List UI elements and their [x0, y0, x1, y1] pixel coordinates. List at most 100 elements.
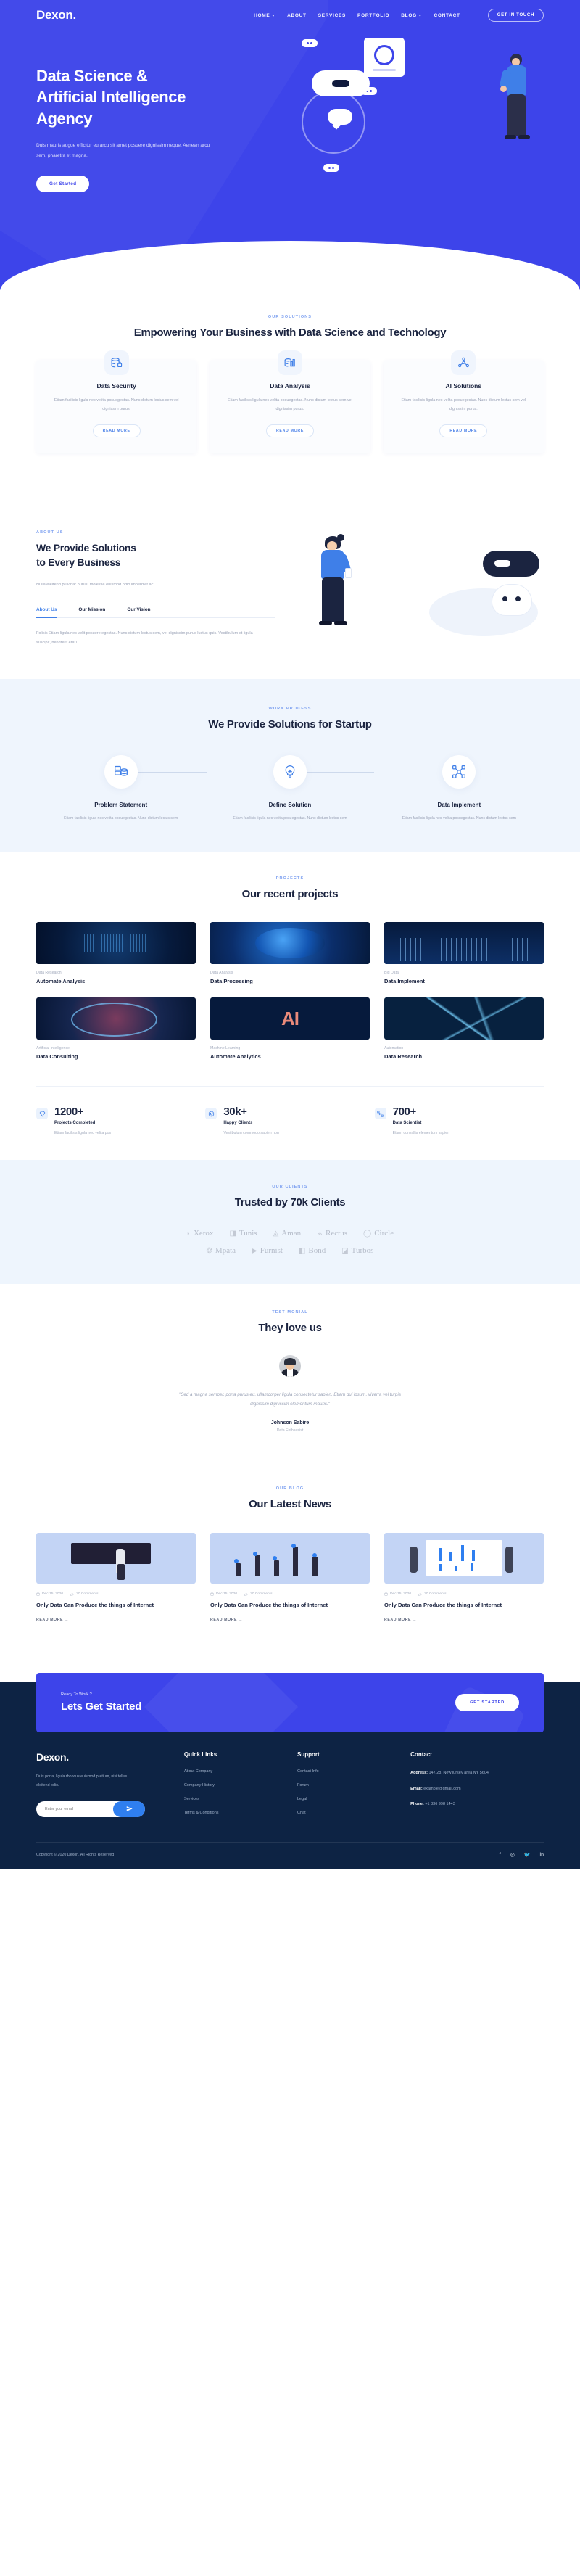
footer-logo[interactable]: Dexon.	[36, 1751, 170, 1763]
news-card-3[interactable]: Dec 15, 2020 20 Comments Only Data Can P…	[384, 1532, 544, 1622]
footer-address-label: Address:	[410, 1771, 428, 1776]
read-more-button[interactable]: READ MORE	[92, 424, 141, 437]
process-title: We Provide Solutions for Startup	[208, 717, 372, 731]
instagram-icon[interactable]: ◎	[510, 1852, 515, 1858]
get-started-button[interactable]: Get Started	[36, 175, 90, 192]
news-card-1[interactable]: Dec 15, 2020 20 Comments Only Data Can P…	[36, 1532, 196, 1622]
project-thumbnail[interactable]	[36, 997, 196, 1040]
cta-get-started-button[interactable]: GET STARTED	[455, 1694, 519, 1712]
twitter-icon[interactable]: 🐦	[524, 1852, 531, 1858]
copyright-text: Copyright © 2020 Dexon. All Rights Reser…	[36, 1853, 115, 1858]
process-step-define-solution[interactable]: Define Solution Etiam facilisis ligula n…	[205, 754, 374, 823]
nav-item-services[interactable]: SERVICES	[318, 13, 346, 18]
email-input[interactable]	[45, 1806, 115, 1811]
nav-item-blog[interactable]: BLOG ▼	[401, 13, 422, 18]
project-category: Artificial Intelligence	[36, 1046, 70, 1051]
read-more-button[interactable]: READ MORE	[265, 424, 314, 437]
footer-brand-column: Dexon. Duis porta, ligula rhoncus euismo…	[36, 1751, 170, 1824]
newsletter-form[interactable]	[36, 1801, 145, 1817]
tab-our-vision[interactable]: Our Vision	[127, 607, 150, 617]
project-card-data-research[interactable]: Automation Data Research	[384, 997, 544, 1060]
clients-eyebrow: OUR CLIENTS	[272, 1185, 308, 1190]
nav-item-about[interactable]: ABOUT	[287, 13, 307, 18]
client-logo-rectus[interactable]: ⩕ Rectus	[317, 1229, 347, 1238]
footer-link-about-company[interactable]: About Company	[184, 1769, 283, 1774]
cta-subtitle: Ready To Work ?	[61, 1692, 92, 1698]
client-logo-turbos[interactable]: ◪ Turbos	[341, 1246, 373, 1255]
footer-link-company-history[interactable]: Company History	[184, 1783, 283, 1787]
subscribe-button[interactable]	[113, 1801, 145, 1817]
footer-link-forum[interactable]: Forum	[297, 1783, 396, 1787]
project-card-automate-analytics[interactable]: Machine Learning Automate Analytics	[210, 997, 370, 1060]
footer-link-contact-info[interactable]: Contact Info	[297, 1769, 396, 1774]
clients-title: Trusted by 70k Clients	[234, 1196, 346, 1209]
project-thumbnail[interactable]	[210, 997, 370, 1040]
project-card-data-processing[interactable]: Data Analysis Data Processing	[210, 922, 370, 984]
news-card-title[interactable]: Only Data Can Produce the things of Inte…	[36, 1601, 196, 1610]
tab-about-us[interactable]: About Us	[36, 607, 57, 619]
smile-icon	[205, 1108, 218, 1120]
client-logo-aman[interactable]: ◬ Aman	[273, 1229, 302, 1238]
tab-our-mission[interactable]: Our Mission	[78, 607, 105, 617]
process-step-data-implement[interactable]: Data Implement Etiam facilisis ligula ne…	[375, 754, 544, 823]
news-comments: 20 Comments	[418, 1592, 447, 1596]
news-read-more-button[interactable]: READ MORE →	[210, 1618, 370, 1622]
project-thumbnail[interactable]	[384, 997, 544, 1040]
hero-circle-icon	[374, 45, 394, 65]
linkedin-icon[interactable]: in	[540, 1853, 544, 1858]
solutions-eyebrow: OUR SOLUTIONS	[268, 315, 312, 319]
project-thumbnail[interactable]	[384, 922, 544, 965]
solution-card-data-analysis[interactable]: Data Analysis Etiam facilisis ligula nec…	[210, 350, 370, 453]
hero-title: Data Science & Artificial Intelligence A…	[36, 65, 276, 129]
testimonial-quote: "Sed a magna semper, porta purus eu, ull…	[179, 1391, 401, 1407]
news-card-title[interactable]: Only Data Can Produce the things of Inte…	[384, 1601, 544, 1610]
client-logo-mpata[interactable]: ❂ Mpata	[207, 1246, 236, 1255]
get-in-touch-button[interactable]: GET IN TOUCH	[487, 9, 544, 22]
read-more-button[interactable]: READ MORE	[439, 424, 488, 437]
footer-email-value[interactable]: example@gmail.com	[423, 1787, 460, 1791]
stat-happy-clients: 30k+ Happy Clients Vestibulum commodo sa…	[205, 1106, 374, 1135]
about-tabs: About Us Our Mission Our Vision	[36, 607, 276, 619]
project-card-data-implement[interactable]: Big Data Data Implement	[384, 922, 544, 984]
news-date-label: Dec 15, 2020	[42, 1592, 64, 1596]
project-card-automate-analysis[interactable]: Data Research Automate Analysis	[36, 922, 196, 984]
news-thumbnail-chart[interactable]	[210, 1532, 370, 1584]
news-card-2[interactable]: Dec 15, 2020 20 Comments Only Data Can P…	[210, 1532, 370, 1622]
about-robot-head-icon	[483, 550, 539, 577]
footer-contact-heading: Contact	[410, 1751, 432, 1758]
facebook-icon[interactable]: f	[500, 1853, 501, 1858]
testimonial-title: They love us	[258, 1322, 322, 1335]
project-card-data-consulting[interactable]: Artificial Intelligence Data Consulting	[36, 997, 196, 1060]
nav-item-home[interactable]: HOME ▼	[254, 13, 276, 18]
circle-mark-icon: ◯	[363, 1229, 372, 1238]
process-step-problem-statement[interactable]: Problem Statement Etiam facilisis ligula…	[36, 754, 205, 823]
client-logo-bond[interactable]: ◧ Bond	[299, 1246, 326, 1255]
client-logo-furnist[interactable]: ▶ Furnist	[252, 1246, 283, 1255]
project-thumbnail[interactable]	[210, 922, 370, 965]
news-card-title[interactable]: Only Data Can Produce the things of Inte…	[210, 1601, 370, 1610]
client-logo-row-2: ❂ Mpata ▶ Furnist ◧ Bond ◪ Turbos	[36, 1246, 544, 1255]
footer-link-terms[interactable]: Terms & Conditions	[184, 1811, 283, 1815]
client-logo-xerox[interactable]: ◗ Xerox	[186, 1229, 214, 1238]
footer-link-chat[interactable]: Chat	[297, 1811, 396, 1815]
solution-card-data-security[interactable]: Data Security Etiam facilisis ligula nec…	[36, 350, 197, 453]
nav-item-contact[interactable]: CONTACT	[434, 13, 460, 18]
footer-link-services[interactable]: Services	[184, 1797, 283, 1801]
nav-item-portfolio[interactable]: PORTFOLIO	[357, 13, 389, 18]
footer-link-legal[interactable]: Legal	[297, 1797, 396, 1801]
solution-card-ai-solutions[interactable]: AI Solutions Etiam facilisis ligula nec …	[383, 350, 544, 453]
client-logo-circle[interactable]: ◯ Circle	[363, 1229, 394, 1238]
site-footer: Dexon. Duis porta, ligula rhoncus euismo…	[0, 1732, 580, 1870]
footer-phone-value[interactable]: +1 336 998 1443	[425, 1802, 455, 1806]
about-lead: Nulla eleifend pulvinar purus, molestie …	[36, 582, 154, 587]
news-read-more-button[interactable]: READ MORE →	[36, 1618, 196, 1622]
news-grid: Dec 15, 2020 20 Comments Only Data Can P…	[36, 1532, 544, 1622]
work-process-section: WORK PROCESS We Provide Solutions for St…	[0, 678, 580, 852]
news-thumbnail-presentation[interactable]	[384, 1532, 544, 1584]
news-thumbnail-whiteboard[interactable]	[36, 1532, 196, 1584]
site-logo[interactable]: Dexon.	[36, 8, 76, 22]
news-read-more-button[interactable]: READ MORE →	[384, 1618, 544, 1622]
clients-section: OUR CLIENTS Trusted by 70k Clients ◗ Xero…	[0, 1160, 580, 1285]
project-thumbnail[interactable]	[36, 922, 196, 965]
client-logo-tunis[interactable]: ◨ Tunis	[229, 1229, 257, 1238]
